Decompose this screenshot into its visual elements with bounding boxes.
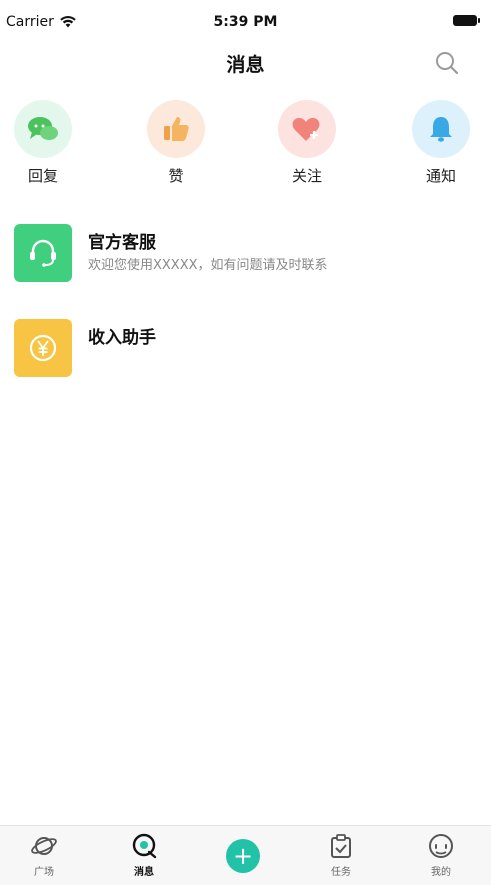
tab-label: 消息 <box>134 867 154 878</box>
notify-icon-circle <box>412 100 470 158</box>
status-time: 5:39 PM <box>213 14 278 30</box>
reply-icon-circle <box>14 100 72 158</box>
tab-square[interactable]: 广场 <box>14 832 74 878</box>
message-avatar <box>14 319 72 377</box>
tab-messages[interactable]: 消息 <box>114 832 174 878</box>
like-icon-circle <box>147 100 205 158</box>
yen-coin-icon <box>29 334 57 362</box>
thumbs-up-icon <box>164 117 189 141</box>
task-icon <box>331 834 351 858</box>
page-title: 消息 <box>226 54 265 76</box>
follow-icon-circle <box>278 100 336 158</box>
quick-action-reply[interactable]: 回复 <box>8 100 78 186</box>
bell-icon <box>430 117 452 142</box>
plus-icon: + <box>232 842 254 870</box>
message-title: 官方客服 <box>88 233 156 253</box>
tab-label: 我的 <box>431 867 451 878</box>
quick-action-like[interactable]: 赞 <box>141 100 211 186</box>
quick-action-label: 通知 <box>425 167 456 185</box>
headset-icon <box>30 239 56 267</box>
planet-icon <box>31 837 57 855</box>
message-icon <box>132 833 157 859</box>
add-post-button[interactable]: + <box>226 839 260 873</box>
quick-action-notify[interactable]: 通知 <box>406 100 476 186</box>
message-avatar <box>14 224 72 282</box>
chat-bubbles-icon <box>28 117 58 140</box>
quick-action-follow[interactable]: 关注 <box>272 100 342 186</box>
quick-action-label: 关注 <box>291 167 322 185</box>
tab-label: 任务 <box>331 867 351 878</box>
heart-plus-icon <box>292 117 320 141</box>
message-preview: 欢迎您使用XXXXX，如有问题请及时联系 <box>88 258 328 273</box>
quick-actions: 回复 赞 关注 通知 <box>0 100 491 192</box>
search-button[interactable] <box>433 49 461 77</box>
tab-bar: 广场 消息 + 任务 我的 <box>0 825 491 885</box>
quick-action-label: 回复 <box>27 167 58 185</box>
search-icon <box>436 52 459 75</box>
battery-icon <box>453 15 480 26</box>
tab-tasks[interactable]: 任务 <box>311 832 371 878</box>
tab-label: 广场 <box>34 867 54 878</box>
tab-profile[interactable]: 我的 <box>411 832 471 878</box>
message-item-official-service[interactable]: 官方客服 欢迎您使用XXXXX，如有问题请及时联系 <box>14 224 476 284</box>
message-title: 收入助手 <box>88 328 156 348</box>
quick-action-label: 赞 <box>168 167 184 185</box>
message-item-income-assistant[interactable]: 收入助手 <box>14 319 476 379</box>
nav-bar: 消息 <box>0 42 491 86</box>
profile-icon <box>429 834 453 858</box>
status-bar: Carrier 5:39 PM <box>0 0 491 42</box>
